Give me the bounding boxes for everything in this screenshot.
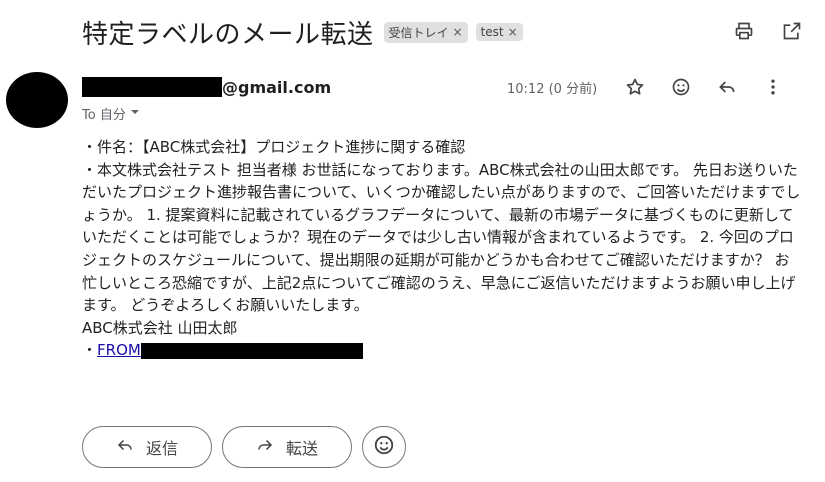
thread-actions — [733, 20, 803, 42]
open-in-new-icon[interactable] — [781, 20, 803, 42]
star-icon[interactable] — [624, 76, 646, 98]
message-actions — [624, 76, 784, 98]
label-chip-inbox[interactable]: 受信トレイ × — [383, 21, 468, 43]
more-vert-icon[interactable] — [762, 76, 784, 98]
forward-icon — [256, 436, 274, 458]
forward-label: 転送 — [285, 439, 318, 458]
emoji-reaction-button[interactable] — [362, 426, 406, 468]
remove-label-button[interactable]: × — [453, 25, 463, 39]
remove-label-button[interactable]: × — [508, 25, 518, 39]
redacted-sender — [82, 77, 222, 97]
print-icon[interactable] — [733, 20, 755, 42]
avatar[interactable] — [6, 72, 68, 128]
forward-button[interactable]: 転送 — [222, 426, 352, 468]
email-body: ・件名：【ABC株式会社】プロジェクト進捗に関する確認 ・本文株式会社テスト 担… — [82, 136, 802, 362]
reply-icon[interactable] — [716, 76, 738, 98]
label-chip-text: 受信トレイ — [388, 25, 449, 40]
email-subject: 特定ラベルのメール転送 — [82, 19, 374, 50]
reply-label: 返信 — [145, 439, 178, 458]
subject-header: 特定ラベルのメール転送 受信トレイ × test × — [82, 14, 523, 50]
emoji-icon — [373, 434, 395, 460]
reply-icon — [116, 436, 134, 458]
body-paragraph: ・本文株式会社テスト 担当者様 お世話になっております。ABC株式会社の山田太郎… — [82, 160, 801, 315]
timestamp: 10:12 (0 分前) — [507, 82, 598, 97]
body-signature: ABC株式会社 山田太郎 — [82, 318, 238, 337]
from-link[interactable]: FROM — [97, 341, 141, 359]
recipient-text: To 自分 — [82, 108, 126, 123]
body-subject-line: ・件名：【ABC株式会社】プロジェクト進捗に関する確認 — [82, 138, 466, 156]
bullet: ・ — [82, 341, 98, 360]
sender-name[interactable]: @gmail.com — [82, 77, 331, 97]
body-from-line: ・FROM — [82, 339, 802, 362]
emoji-icon[interactable] — [670, 76, 692, 98]
redacted-address — [140, 342, 363, 359]
chevron-down-icon[interactable] — [130, 106, 140, 121]
sender-email-suffix: @gmail.com — [222, 77, 332, 97]
reply-button[interactable]: 返信 — [82, 426, 212, 468]
recipient-details[interactable]: To 自分 — [82, 104, 140, 123]
label-chip-test[interactable]: test × — [475, 23, 523, 41]
label-chip-text: test — [480, 25, 504, 39]
